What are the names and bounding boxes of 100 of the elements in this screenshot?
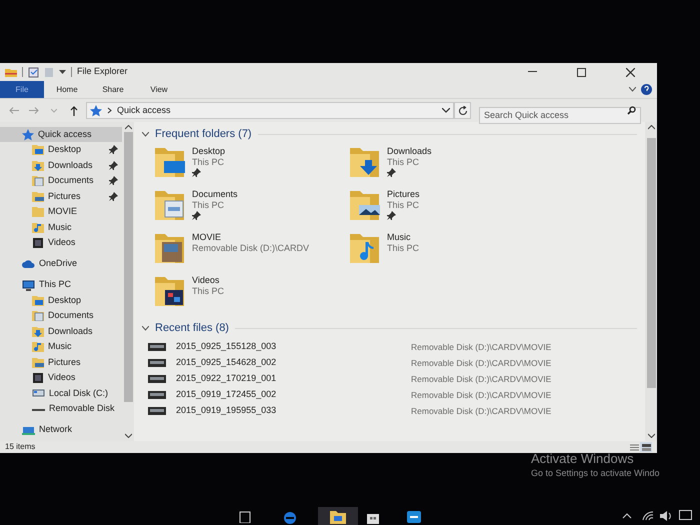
dropdown-icon — [59, 70, 66, 74]
sidebar-item[interactable]: Desktop — [0, 142, 122, 158]
address-bar[interactable]: Quick access — [86, 102, 454, 119]
chevron-up-icon[interactable] — [622, 513, 632, 519]
file-name[interactable]: 2015_0925_155128_003 — [176, 340, 411, 354]
folder-name[interactable]: MOVIE — [192, 232, 310, 243]
file-name[interactable]: 2015_0919_195955_033 — [176, 404, 411, 418]
scroll-up-icon — [648, 125, 654, 130]
chevron-down-icon — [442, 108, 450, 113]
film-icon — [32, 237, 44, 248]
properties-icon — [28, 66, 39, 78]
section-header[interactable]: Recent files (8) — [155, 320, 229, 336]
help-button[interactable] — [639, 81, 653, 98]
tiles-icon — [642, 444, 650, 450]
desktop-folder-icon — [154, 146, 186, 178]
speaker-icon[interactable] — [660, 511, 672, 521]
sidebar-item[interactable]: OneDrive — [0, 256, 122, 272]
sidebar-item[interactable]: Network — [0, 422, 122, 438]
network-icon — [22, 425, 35, 435]
sidebar-item[interactable]: Videos — [0, 235, 122, 250]
sidebar-item[interactable]: Music — [0, 339, 122, 354]
up-arrow-icon — [70, 106, 78, 116]
folder-icon — [32, 206, 44, 218]
item-count: 15 items — [5, 441, 36, 453]
music-folder-icon — [32, 341, 44, 352]
scroll-up-icon — [124, 125, 132, 130]
sidebar-item[interactable]: Documents — [0, 173, 122, 188]
section-header[interactable]: Frequent folders (7) — [155, 126, 252, 142]
video-thumbnail-icon — [148, 359, 166, 367]
sidebar-item[interactable]: Quick access — [0, 127, 122, 142]
sidebar-item[interactable]: Removable Disk — [0, 401, 122, 416]
folder-name[interactable]: Desktop — [192, 146, 226, 157]
file-name[interactable]: 2015_0922_170219_001 — [176, 372, 411, 386]
sidebar-item[interactable]: Desktop — [0, 292, 122, 308]
file-name[interactable]: 2015_0925_154628_002 — [176, 356, 411, 370]
sidebar-item[interactable]: Downloads — [0, 158, 122, 173]
desktop-folder-icon — [32, 144, 44, 156]
sidebar-item[interactable]: This PC — [0, 278, 122, 292]
downloads-folder-icon — [349, 146, 381, 178]
ribbon-tab[interactable]: View — [136, 81, 182, 98]
scrollbar-thumb[interactable] — [647, 138, 656, 388]
refresh-button[interactable] — [454, 102, 471, 119]
address-path: Quick access — [117, 104, 171, 117]
disk-drive-icon — [32, 388, 45, 398]
sidebar-item[interactable]: Videos — [0, 370, 122, 386]
folder-location: This PC — [387, 243, 420, 254]
window-title: File Explorer — [77, 65, 128, 78]
details-view-button[interactable] — [628, 442, 640, 452]
list-icon — [630, 444, 638, 450]
file-name[interactable]: 2015_0919_172455_002 — [176, 388, 411, 402]
folder-location: Removable Disk (D:)\CARDV — [192, 243, 310, 254]
folder-name[interactable]: Downloads — [387, 146, 432, 157]
chevron-down-icon — [51, 108, 57, 112]
task-view-icon[interactable] — [238, 511, 252, 523]
activation-title: Activate Windows — [531, 451, 635, 467]
cloud-icon — [22, 260, 35, 268]
sidebar-item[interactable]: Pictures — [0, 188, 122, 204]
file-location: Removable Disk (D:)\CARDV\MOVIE — [411, 404, 552, 418]
sidebar-item[interactable]: Local Disk (C:) — [0, 386, 122, 401]
file-location: Removable Disk (D:)\CARDV\MOVIE — [411, 388, 552, 402]
ribbon-tab[interactable]: Share — [90, 81, 136, 98]
activation-subtitle: Go to Settings to activate Windo — [531, 467, 660, 479]
search-field[interactable]: Search Quick access — [479, 106, 641, 124]
sidebar-item[interactable]: MOVIE — [0, 204, 122, 220]
star-icon — [90, 104, 102, 116]
scrollbar-thumb[interactable] — [124, 132, 133, 402]
scroll-down-icon — [648, 433, 654, 438]
documents-folder-icon — [32, 175, 44, 186]
new-folder-icon — [44, 66, 54, 78]
folder-name[interactable]: Documents — [192, 189, 238, 200]
sidebar-item[interactable]: Downloads — [0, 324, 122, 339]
folder-location: This PC — [192, 286, 224, 297]
notification-icon[interactable] — [679, 510, 692, 521]
folder-name[interactable]: Videos — [192, 275, 224, 286]
video-thumbnail-icon — [148, 391, 166, 399]
active-app-highlight[interactable] — [318, 507, 358, 525]
search-icon — [627, 106, 636, 115]
documents-folder-icon — [154, 189, 186, 221]
downloads-folder-icon — [32, 326, 44, 337]
sidebar-item[interactable]: Pictures — [0, 354, 122, 370]
tiles-view-button[interactable] — [640, 442, 652, 452]
file-location: Removable Disk (D:)\CARDV\MOVIE — [411, 340, 552, 354]
maximize-icon — [576, 68, 586, 76]
sidebar-item[interactable]: Music — [0, 220, 122, 235]
wifi-icon[interactable] — [642, 511, 654, 521]
desktop-folder-icon — [32, 294, 44, 306]
pictures-folder-icon — [32, 356, 44, 368]
folder-location: This PC — [192, 200, 226, 211]
video-thumbnail-icon — [148, 407, 166, 415]
video-thumbnail-icon — [148, 375, 166, 383]
folder-location: This PC — [387, 200, 420, 211]
sidebar-item[interactable]: Documents — [0, 308, 122, 324]
ribbon-tab[interactable]: File — [0, 81, 44, 98]
downloads-folder-icon — [32, 160, 44, 171]
help-icon — [640, 84, 652, 95]
folder-name[interactable]: Pictures — [387, 189, 420, 200]
ribbon-tab[interactable]: Home — [44, 81, 90, 98]
folder-name[interactable]: Music — [387, 232, 420, 243]
photo-folder-icon — [154, 232, 186, 264]
refresh-icon — [458, 106, 468, 116]
